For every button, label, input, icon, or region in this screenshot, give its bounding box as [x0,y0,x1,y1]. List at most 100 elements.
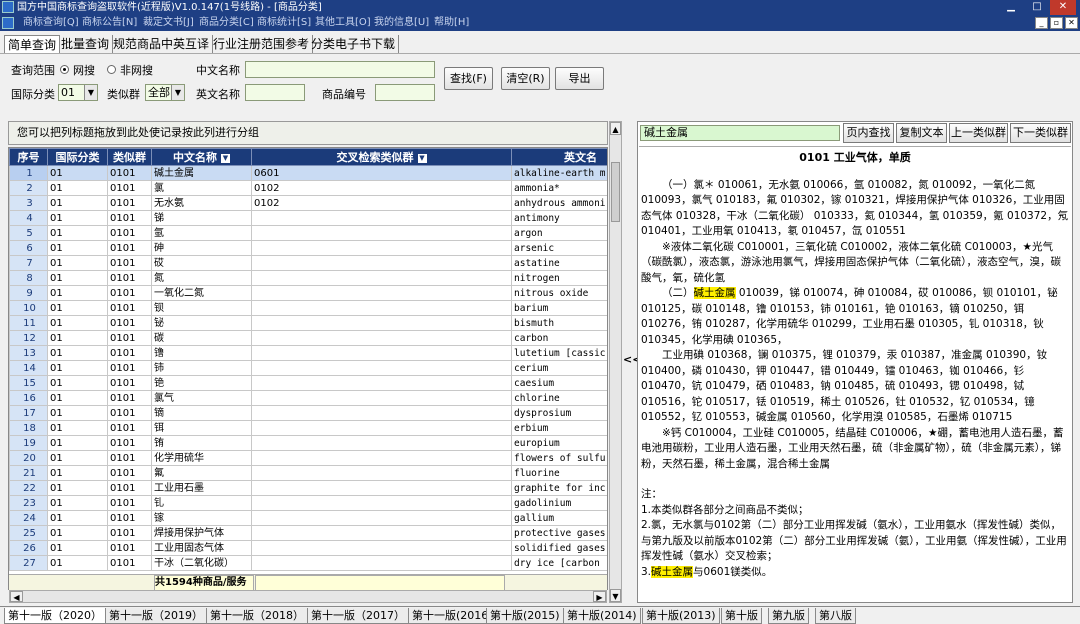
scroll-down-icon[interactable]: ▼ [610,589,621,602]
col-header-class[interactable]: 国际分类 [47,148,108,166]
tab-industry-scope[interactable]: 行业注册范围参考 [210,35,314,53]
cell-class: 01 [47,525,108,541]
table-row[interactable]: 12 01 0101 碳 carbon [9,330,607,346]
table-row[interactable]: 3 01 0101 无水氨 0102 anhydrous ammoni [9,195,607,211]
class-select[interactable]: 01 ▼ [58,84,98,101]
group-by-bar[interactable]: 您可以把列标题拖放到此处使记录按此列进行分组 [8,121,608,145]
tab-edition[interactable]: 第十一版(2016) [408,608,497,624]
scroll-thumb[interactable] [611,162,620,222]
vertical-scrollbar[interactable]: ▲ ▼ [609,121,622,603]
table-row[interactable]: 24 01 0101 镓 gallium [9,510,607,526]
table-row[interactable]: 6 01 0101 砷 arsenic [9,240,607,256]
group-select[interactable]: 全部 ▼ [145,84,185,101]
cell-class: 01 [47,240,108,256]
tab-edition[interactable]: 第十一版（2019） [105,608,207,624]
cell-cn-name: 无水氨 [151,195,252,211]
close-button[interactable]: ✕ [1050,0,1076,15]
table-row[interactable]: 8 01 0101 氮 nitrogen [9,270,607,286]
product-no-input[interactable] [375,84,435,101]
menu-other-tools[interactable]: 其他工具[O] [315,15,371,31]
tab-edition[interactable]: 第十版 [721,608,762,624]
col-header-group[interactable]: 类似群 [107,148,152,166]
prev-group-button[interactable]: 上一类似群 [949,123,1008,143]
cell-group: 0101 [107,180,152,196]
tab-ebook-download[interactable]: 分类电子书下载 [308,35,400,53]
table-row[interactable]: 13 01 0101 镥 lutetium [cassic [9,345,607,361]
menu-statistics[interactable]: 商标统计[S] [257,15,311,31]
menu-my-info[interactable]: 我的信息[U] [374,15,429,31]
export-button[interactable]: 导出 [555,67,604,90]
col-header-cross-group[interactable]: 交叉检索类似群 ▼ [251,148,512,166]
col-header-index[interactable]: 序号 [9,148,48,166]
scope-nonweb-radio[interactable] [107,65,116,74]
child-close-button[interactable]: ✕ [1065,17,1078,29]
table-row[interactable]: 10 01 0101 钡 barium [9,300,607,316]
tab-edition[interactable]: 第十版(2013) [642,608,720,624]
cell-index: 19 [9,435,48,451]
table-row[interactable]: 15 01 0101 铯 caesium [9,375,607,391]
menu-trademark-query[interactable]: 商标查询[Q] [23,15,79,31]
table-row[interactable]: 14 01 0101 铈 cerium [9,360,607,376]
scope-nonweb-label: 非网搜 [120,64,153,77]
menu-ruling-docs[interactable]: 裁定文书[J] [143,15,194,31]
cell-index: 23 [9,495,48,511]
table-row[interactable]: 5 01 0101 氩 argon [9,225,607,241]
tab-edition[interactable]: 第十一版（2018） [206,608,308,624]
next-group-button[interactable]: 下一类似群 [1010,123,1071,143]
table-row[interactable]: 21 01 0101 氟 fluorine [9,465,607,481]
filter-dropdown-icon[interactable]: ▼ [417,153,427,163]
menu-trademark-notice[interactable]: 商标公告[N] [82,15,137,31]
scroll-left-icon[interactable]: ◀ [10,591,23,602]
tab-simple-query[interactable]: 简单查询 [4,35,61,53]
scroll-right-icon[interactable]: ▶ [593,591,606,602]
table-row[interactable]: 23 01 0101 钆 gadolinium [9,495,607,511]
page-search-input[interactable]: 碱土金属 [640,125,840,141]
tab-edition[interactable]: 第八版 [815,608,856,624]
col-header-en-name[interactable]: 英文名 [511,148,607,166]
horizontal-scrollbar[interactable]: ◀ ▶ [9,590,607,603]
clear-button[interactable]: 清空(R) [501,67,550,90]
table-row[interactable]: 16 01 0101 氯气 chlorine [9,390,607,406]
table-row[interactable]: 27 01 0101 干冰（二氧化碳） dry ice [carbon [9,555,607,571]
table-row[interactable]: 19 01 0101 铕 europium [9,435,607,451]
table-row[interactable]: 22 01 0101 工业用石墨 graphite for inc [9,480,607,496]
table-row[interactable]: 18 01 0101 铒 erbium [9,420,607,436]
cell-en-name: carbon [511,330,607,346]
tab-edition[interactable]: 第十一版（2017） [307,608,409,624]
table-row[interactable]: 17 01 0101 镝 dysprosium [9,405,607,421]
table-row[interactable]: 25 01 0101 焊接用保护气体 protective gases [9,525,607,541]
cn-name-input[interactable] [245,61,435,78]
cell-cn-name: 焊接用保护气体 [151,525,252,541]
child-restore-button[interactable]: ▫ [1050,17,1063,29]
copy-text-button[interactable]: 复制文本 [896,123,947,143]
menu-goods-classification[interactable]: 商品分类[C] [199,15,254,31]
scroll-up-icon[interactable]: ▲ [610,122,621,135]
table-row[interactable]: 20 01 0101 化学用硫华 flowers of sulfu [9,450,607,466]
tab-edition[interactable]: 第十版(2014) [563,608,641,624]
table-row[interactable]: 4 01 0101 锑 antimony [9,210,607,226]
title-bar: 国方中国商标查询盗取软件(近程版)V1.0.147(1号线路) - [商品分类]… [0,0,1080,15]
find-button[interactable]: 查找(F) [444,67,493,90]
tab-edition[interactable]: 第十版(2015) [486,608,564,624]
tab-batch-query[interactable]: 批量查询 [58,35,114,53]
table-row[interactable]: 7 01 0101 砹 astatine [9,255,607,271]
tab-goods-translation[interactable]: 规范商品中英互译 [110,35,214,53]
panel-splitter[interactable]: << [623,121,641,603]
table-row[interactable]: 26 01 0101 工业用固态气体 solidified gases [9,540,607,556]
col-header-cn-name[interactable]: 中文名称 ▼ [151,148,252,166]
table-row[interactable]: 1 01 0101 碱土金属 0601 alkaline-earth m [9,165,607,181]
cell-class: 01 [47,285,108,301]
minimize-button[interactable]: ▁ [998,0,1024,15]
tab-edition[interactable]: 第十一版（2020） [4,608,106,624]
table-row[interactable]: 2 01 0101 氯 0102 ammonia* [9,180,607,196]
tab-edition[interactable]: 第九版 [768,608,809,624]
maximize-button[interactable]: □ [1024,0,1050,15]
menu-help[interactable]: 帮助[H] [434,15,469,31]
filter-dropdown-icon[interactable]: ▼ [221,153,230,163]
en-name-input[interactable] [245,84,305,101]
child-minimize-button[interactable]: _ [1035,17,1048,29]
table-row[interactable]: 9 01 0101 一氧化二氮 nitrous oxide [9,285,607,301]
find-in-page-button[interactable]: 页内查找 [843,123,894,143]
table-row[interactable]: 11 01 0101 铋 bismuth [9,315,607,331]
scope-web-radio[interactable] [60,65,69,74]
